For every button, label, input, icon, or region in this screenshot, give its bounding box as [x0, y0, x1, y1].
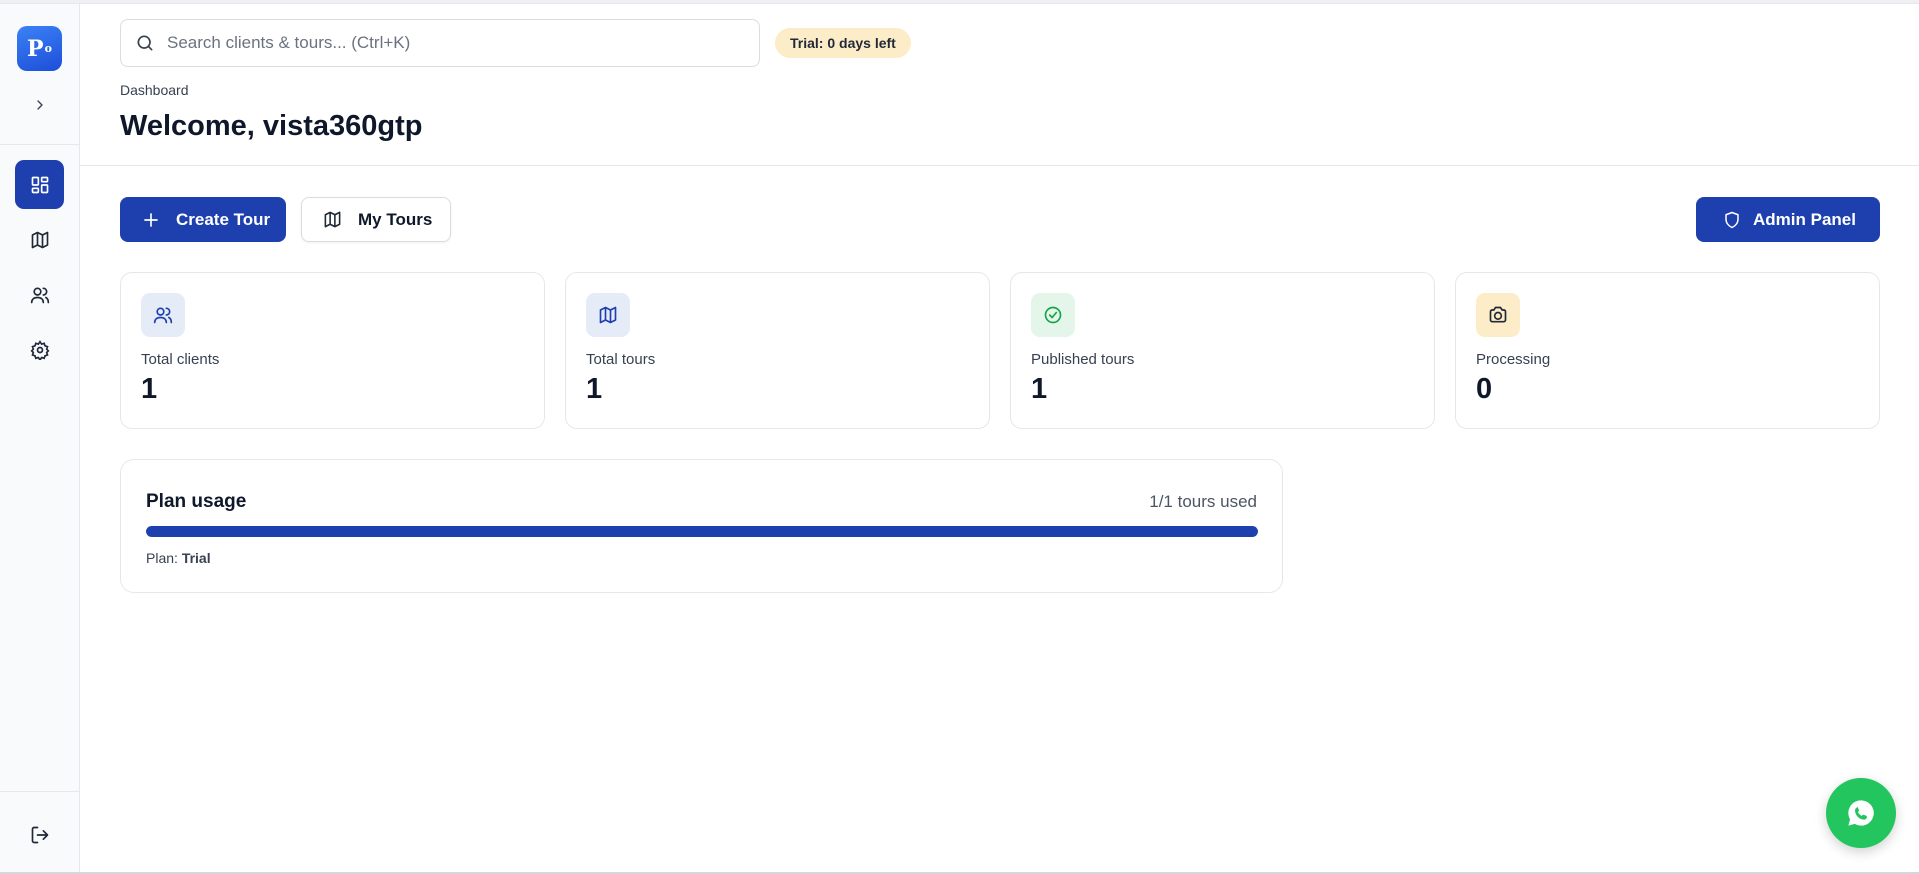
plan-name-line: Plan: Trial	[146, 550, 211, 566]
map-icon	[324, 211, 341, 228]
my-tours-label: My Tours	[358, 209, 433, 229]
stat-card-total-clients: Total clients 1	[120, 272, 545, 429]
sidebar-item-clients[interactable]	[15, 270, 64, 319]
plan-usage-title: Plan usage	[146, 491, 247, 512]
whatsapp-icon	[1848, 800, 1874, 826]
admin-panel-button[interactable]: Admin Panel	[1696, 197, 1880, 242]
plan-usage-count: 1/1 tours used	[1149, 492, 1257, 511]
stat-label: Total tours	[586, 351, 656, 368]
stat-icon-box	[1476, 293, 1520, 337]
layout-dashboard-icon	[31, 176, 48, 193]
chevron-right-icon	[37, 100, 43, 110]
sidebar-divider	[0, 144, 80, 145]
sidebar-item-tours[interactable]	[15, 215, 64, 264]
page-title: Welcome, vista360gtp	[120, 110, 423, 142]
stat-value: 0	[1476, 373, 1493, 405]
breadcrumb: Dashboard	[120, 82, 189, 98]
stat-label: Published tours	[1031, 351, 1135, 368]
users-icon	[153, 307, 173, 324]
plan-prefix: Plan:	[146, 550, 178, 566]
top-border	[0, 0, 1919, 4]
create-tour-button[interactable]: Create Tour	[120, 197, 286, 242]
stat-label: Processing	[1476, 351, 1551, 368]
plan-name: Trial	[181, 550, 211, 566]
logo-letter: P	[27, 35, 44, 62]
stat-card-processing: Processing 0	[1455, 272, 1880, 429]
sidebar-divider-bottom	[0, 791, 80, 792]
stat-icon-box	[586, 293, 630, 337]
stat-value: 1	[141, 373, 158, 405]
sidebar-item-settings[interactable]	[15, 325, 64, 374]
stat-label: Total clients	[141, 351, 220, 368]
whatsapp-chat-button[interactable]	[1826, 778, 1896, 848]
stat-icon-box	[1031, 293, 1075, 337]
logout-button[interactable]	[25, 820, 55, 850]
stat-value: 1	[586, 373, 603, 405]
log-out-icon	[31, 826, 49, 844]
stat-value: 1	[1031, 373, 1048, 405]
sidebar: Po	[0, 4, 80, 872]
search-box[interactable]	[120, 19, 760, 67]
search-input[interactable]	[167, 33, 727, 53]
stat-card-published-tours: Published tours 1	[1010, 272, 1435, 429]
plan-progress-bar	[146, 526, 1258, 537]
plan-progress-fill	[146, 526, 1258, 537]
plan-usage-card: Plan usage 1/1 tours used Plan: Trial	[120, 459, 1283, 593]
sidebar-item-dashboard[interactable]	[15, 160, 64, 209]
logo-sup: o	[44, 42, 52, 55]
search-icon	[137, 35, 153, 51]
map-icon	[599, 306, 617, 324]
trial-badge: Trial: 0 days left	[775, 28, 911, 58]
shield-icon	[1725, 211, 1739, 228]
app-logo[interactable]: Po	[17, 26, 62, 71]
check-circle-icon	[1044, 306, 1062, 324]
stat-card-total-tours: Total tours 1	[565, 272, 990, 429]
expand-sidebar-button[interactable]	[28, 93, 52, 117]
admin-panel-label: Admin Panel	[1753, 209, 1856, 229]
users-icon	[30, 287, 49, 303]
plus-icon	[144, 212, 158, 227]
gear-icon	[29, 339, 50, 360]
create-tour-label: Create Tour	[176, 209, 271, 229]
map-icon	[31, 231, 48, 248]
stat-icon-box	[141, 293, 185, 337]
my-tours-button[interactable]: My Tours	[301, 197, 451, 242]
camera-icon	[1489, 306, 1507, 323]
header-divider	[80, 165, 1919, 166]
